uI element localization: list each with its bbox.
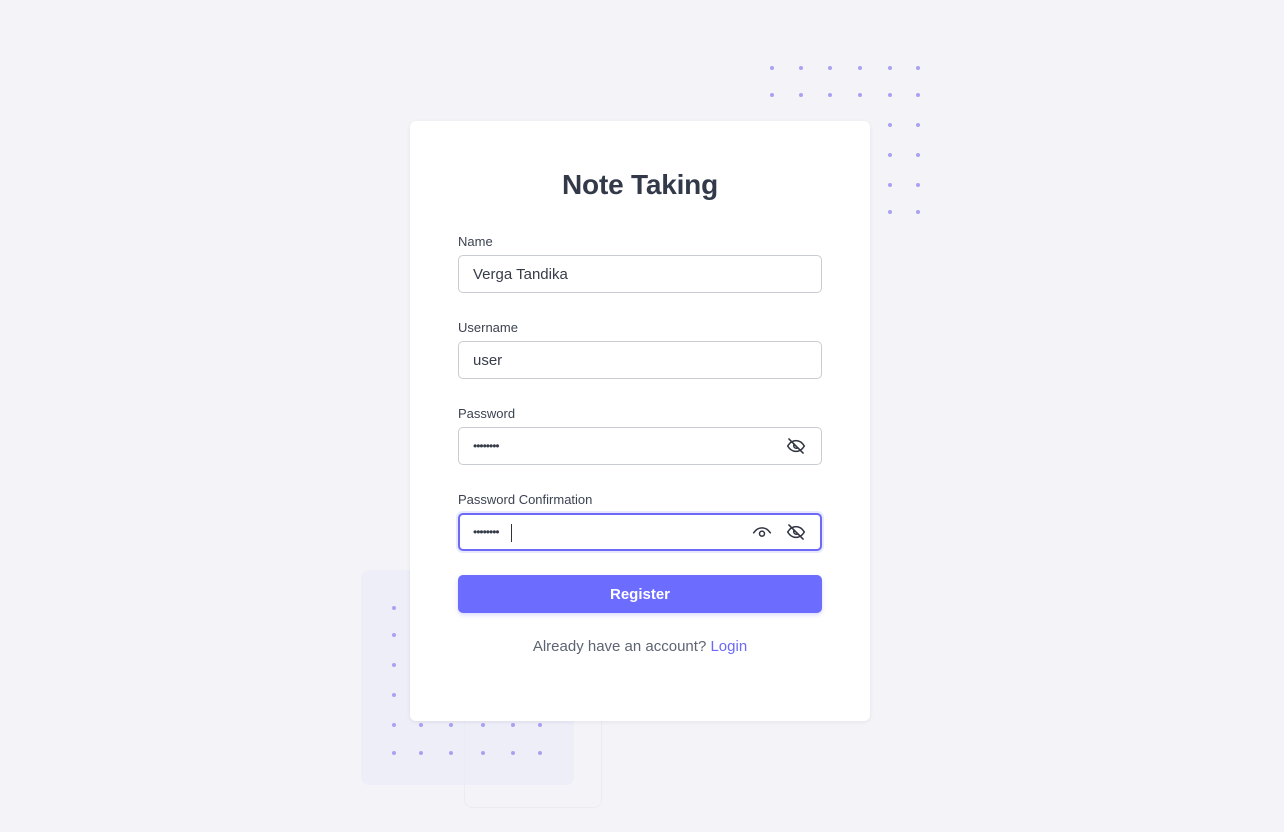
eye-off-icon[interactable] <box>786 436 806 456</box>
username-input[interactable] <box>473 342 733 378</box>
decorative-dot <box>888 66 892 70</box>
decorative-dot <box>449 751 453 755</box>
username-field[interactable] <box>458 341 822 379</box>
decorative-dot <box>392 633 396 637</box>
password-input[interactable] <box>473 428 733 464</box>
decorative-dot <box>916 210 920 214</box>
name-field[interactable] <box>458 255 822 293</box>
decorative-dot <box>770 93 774 97</box>
password-confirmation-label: Password Confirmation <box>458 492 593 507</box>
decorative-dot <box>392 723 396 727</box>
decorative-dot <box>916 66 920 70</box>
decorative-dot <box>392 751 396 755</box>
password-field[interactable] <box>458 427 822 465</box>
eye-icon[interactable] <box>752 522 772 542</box>
decorative-dot <box>538 751 542 755</box>
page: Note Taking Name Username Password Passw… <box>0 0 1284 832</box>
name-label: Name <box>458 234 493 249</box>
page-title: Note Taking <box>562 169 718 200</box>
register-button[interactable]: Register <box>458 575 822 613</box>
decorative-dot <box>419 751 423 755</box>
eye-off-icon[interactable] <box>786 522 806 542</box>
name-input[interactable] <box>473 256 733 292</box>
decorative-dot <box>828 66 832 70</box>
password-label: Password <box>458 406 516 421</box>
login-link[interactable]: Login <box>710 638 747 655</box>
decorative-dot <box>916 183 920 187</box>
text-cursor <box>511 524 512 542</box>
decorative-dot <box>392 606 396 610</box>
decorative-dot <box>511 751 515 755</box>
decorative-dot <box>916 123 920 127</box>
decorative-dot <box>858 66 862 70</box>
decorative-dot <box>916 153 920 157</box>
decorative-dot <box>799 93 803 97</box>
decorative-dot <box>888 210 892 214</box>
password-confirmation-input[interactable] <box>473 515 733 549</box>
password-confirmation-field[interactable] <box>458 513 822 551</box>
decorative-dot <box>828 93 832 97</box>
username-label: Username <box>458 320 518 335</box>
decorative-dot <box>511 723 515 727</box>
decorative-dot <box>858 93 862 97</box>
login-prompt-text: Already have an account? <box>532 638 707 655</box>
decorative-dot <box>888 153 892 157</box>
decorative-dot <box>770 66 774 70</box>
register-card: Note Taking Name Username Password Passw… <box>410 121 870 721</box>
decorative-dot <box>481 723 485 727</box>
decorative-dot <box>392 693 396 697</box>
decorative-dot <box>538 723 542 727</box>
decorative-dot <box>449 723 453 727</box>
decorative-dot <box>888 93 892 97</box>
decorative-dot <box>481 751 485 755</box>
decorative-dot <box>419 723 423 727</box>
decorative-dot <box>916 93 920 97</box>
decorative-dot <box>888 123 892 127</box>
login-prompt: Already have an account? Login <box>410 638 870 655</box>
decorative-dot <box>799 66 803 70</box>
decorative-dot <box>888 183 892 187</box>
decorative-dot <box>392 663 396 667</box>
